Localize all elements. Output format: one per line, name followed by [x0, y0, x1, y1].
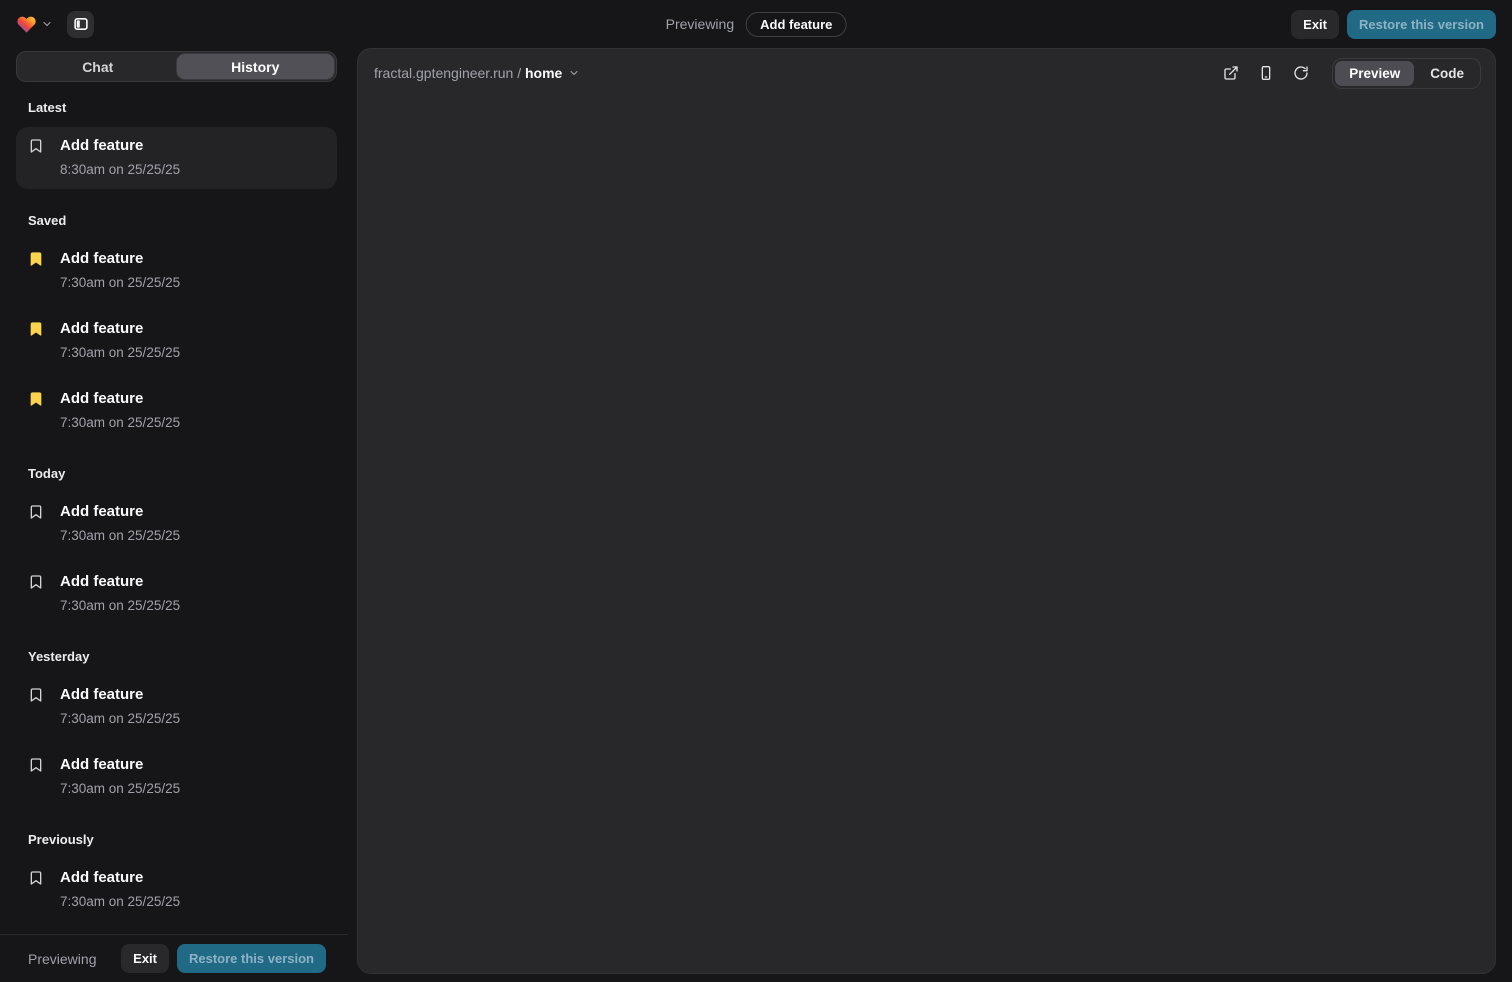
topbar-left: [16, 11, 94, 38]
version-badge[interactable]: Add feature: [746, 12, 846, 37]
smartphone-icon: [1258, 65, 1274, 81]
url-breadcrumb[interactable]: fractal.gptengineer.run / home: [374, 65, 580, 81]
section-items: Add feature 8:30am on 25/25/25: [16, 127, 337, 189]
sidebar-footer: Previewing Exit Restore this version: [0, 934, 348, 982]
version-timestamp: 8:30am on 25/25/25: [60, 161, 325, 178]
topbar-center: Previewing Add feature: [666, 0, 847, 48]
section-title: Yesterday: [28, 649, 325, 664]
history-section: Latest Add feature 8:30am on 25/25/25: [16, 100, 337, 189]
restore-version-button[interactable]: Restore this version: [1347, 10, 1496, 39]
version-title: Add feature: [60, 319, 325, 339]
preview-panel: fractal.gptengineer.run / home: [357, 48, 1496, 974]
refresh-button[interactable]: [1287, 59, 1315, 87]
version-list-item[interactable]: Add feature 7:30am on 25/25/25: [16, 380, 337, 442]
footer-previewing-label: Previewing: [28, 951, 96, 967]
bookmark-icon: [28, 138, 44, 154]
version-list-item[interactable]: Add feature 7:30am on 25/25/25: [16, 240, 337, 302]
version-timestamp: 7:30am on 25/25/25: [60, 527, 325, 544]
chevron-down-icon: [41, 18, 53, 30]
history-section: Yesterday Add feature 7:30am on 25/25/25…: [16, 649, 337, 808]
version-title: Add feature: [60, 502, 325, 522]
bookmark-icon: [28, 757, 44, 773]
section-title: Saved: [28, 213, 325, 228]
version-timestamp: 7:30am on 25/25/25: [60, 414, 325, 431]
view-toggle: Preview Code: [1332, 58, 1481, 89]
history-section: Today Add feature 7:30am on 25/25/25 Add…: [16, 466, 337, 625]
version-title: Add feature: [60, 868, 325, 888]
version-list-item[interactable]: Add feature 7:30am on 25/25/25: [16, 563, 337, 625]
bookmark-icon: [28, 870, 44, 886]
section-title: Previously: [28, 832, 325, 847]
footer-exit-button[interactable]: Exit: [121, 944, 169, 973]
sidebar-toggle-button[interactable]: [67, 11, 94, 38]
section-items: Add feature 7:30am on 25/25/25 Add featu…: [16, 240, 337, 442]
section-items: Add feature 7:30am on 25/25/25 Add featu…: [16, 676, 337, 808]
toggle-preview-button[interactable]: Preview: [1335, 61, 1414, 86]
open-in-new-tab-button[interactable]: [1217, 59, 1245, 87]
preview-body: [358, 97, 1495, 973]
version-list-item[interactable]: Add feature 7:30am on 25/25/25: [16, 676, 337, 738]
version-list-item[interactable]: Add feature 8:30am on 25/25/25: [16, 127, 337, 189]
version-list-item[interactable]: Add feature 7:30am on 25/25/25: [16, 310, 337, 372]
version-timestamp: 7:30am on 25/25/25: [60, 893, 325, 910]
sidebar-tabs: Chat History: [16, 51, 337, 82]
bookmark-icon: [28, 504, 44, 520]
external-link-icon: [1223, 65, 1239, 81]
topbar: Previewing Add feature Exit Restore this…: [0, 0, 1512, 48]
history-section: Saved Add feature 7:30am on 25/25/25 Add…: [16, 213, 337, 442]
preview-header-actions: Preview Code: [1217, 58, 1481, 89]
breadcrumb-prefix: fractal.gptengineer.run /: [374, 65, 525, 81]
mobile-view-button[interactable]: [1252, 59, 1280, 87]
version-timestamp: 7:30am on 25/25/25: [60, 274, 325, 291]
version-title: Add feature: [60, 755, 325, 775]
panel-left-icon: [73, 16, 89, 32]
version-title: Add feature: [60, 249, 325, 269]
bookmark-filled-icon: [28, 251, 44, 267]
version-title: Add feature: [60, 685, 325, 705]
previewing-status-label: Previewing: [666, 16, 734, 32]
breadcrumb-domain: fractal.gptengineer.run / home: [374, 65, 562, 81]
app-window: Previewing Add feature Exit Restore this…: [0, 0, 1512, 982]
history-section: Previously Add feature 7:30am on 25/25/2…: [16, 832, 337, 934]
section-items: Add feature 7:30am on 25/25/25 Add featu…: [16, 493, 337, 625]
bookmark-icon: [28, 574, 44, 590]
version-title: Add feature: [60, 572, 325, 592]
lovable-heart-icon: [16, 14, 37, 35]
bookmark-icon: [28, 687, 44, 703]
section-title: Today: [28, 466, 325, 481]
chevron-down-icon: [568, 67, 580, 79]
version-title: Add feature: [60, 136, 325, 156]
toggle-code-button[interactable]: Code: [1416, 61, 1478, 86]
preview-header: fractal.gptengineer.run / home: [358, 49, 1495, 97]
tab-chat[interactable]: Chat: [19, 54, 177, 79]
footer-restore-version-button[interactable]: Restore this version: [177, 944, 326, 973]
version-list-item[interactable]: Add feature 7:30am on 25/25/25: [16, 746, 337, 808]
tab-history[interactable]: History: [177, 54, 335, 79]
breadcrumb-page: home: [525, 65, 562, 81]
topbar-right: Exit Restore this version: [1291, 10, 1496, 39]
bookmark-filled-icon: [28, 391, 44, 407]
version-timestamp: 7:30am on 25/25/25: [60, 344, 325, 361]
bookmark-filled-icon: [28, 321, 44, 337]
section-items: Add feature 7:30am on 25/25/25 Add featu…: [16, 859, 337, 934]
workspace-menu-button[interactable]: [16, 14, 53, 35]
refresh-icon: [1293, 65, 1309, 81]
version-list-item[interactable]: Add feature 7:30am on 25/25/25: [16, 859, 337, 921]
version-title: Add feature: [60, 389, 325, 409]
version-timestamp: 7:30am on 25/25/25: [60, 597, 325, 614]
section-title: Latest: [28, 100, 325, 115]
version-timestamp: 7:30am on 25/25/25: [60, 780, 325, 797]
version-timestamp: 7:30am on 25/25/25: [60, 710, 325, 727]
history-sections[interactable]: Latest Add feature 8:30am on 25/25/25 Sa…: [0, 82, 348, 934]
exit-button[interactable]: Exit: [1291, 10, 1339, 39]
sidebar: Chat History Latest Add feature 8:30am o…: [0, 48, 348, 982]
version-list-item[interactable]: Add feature 7:30am on 25/25/25: [16, 493, 337, 555]
